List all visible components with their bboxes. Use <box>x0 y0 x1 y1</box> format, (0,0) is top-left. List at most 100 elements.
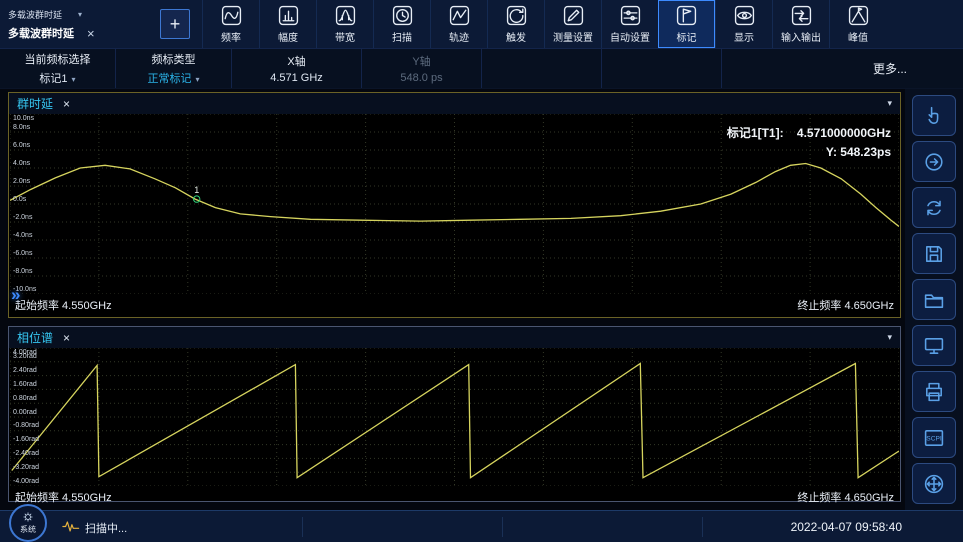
scpi-icon: SCPI <box>922 426 946 450</box>
toolbar-button-label: 幅度 <box>278 29 298 44</box>
toolbar-button-label: 显示 <box>734 29 754 44</box>
toolbar-button-label: 轨迹 <box>449 29 469 44</box>
toolbar-button-amplitude[interactable]: 幅度 <box>259 0 316 48</box>
settings-bar: 当前频标选择标记1▾频标类型正常标记▾X轴4.571 GHzY轴548.0 ps… <box>0 48 963 89</box>
chevron-down-icon: ▾ <box>195 75 199 84</box>
trigger-icon <box>506 5 527 26</box>
toolbar-button-label: 标记 <box>677 29 697 44</box>
setting-value: 548.0 ps <box>400 72 442 84</box>
measurement-mode-label: 多载波群时延 <box>8 8 62 21</box>
setting-marker-type[interactable]: 频标类型正常标记▾ <box>116 49 232 88</box>
marker-readout-y: Y: 548.23ps <box>727 143 891 162</box>
panel-title: 相位谱 <box>17 329 53 346</box>
toolbar-button-measure-setup[interactable]: 测量设置 <box>544 0 601 48</box>
setting-empty-2 <box>602 49 722 88</box>
phase-spectrum-trace <box>10 348 899 486</box>
marker-icon <box>676 5 697 26</box>
toolbar-button-bandwidth[interactable]: 带宽 <box>316 0 373 48</box>
screenshot-button[interactable] <box>912 325 956 366</box>
marker-readout-x: 标记1[T1]: 4.571000000GHz <box>727 124 891 143</box>
toolbar-button-frequency[interactable]: 频率 <box>202 0 259 48</box>
goto-button[interactable] <box>912 141 956 182</box>
frequency-footer: 起始频率 4.550GHz 终止频率 4.650GHz <box>9 294 900 313</box>
toolbar-button-label: 测量设置 <box>553 29 593 44</box>
open-folder-button[interactable] <box>912 279 956 320</box>
panel-phase-spectrum: 相位谱 × ▾ 4.00rad3.20rad2.40rad1.60rad0.80… <box>8 326 901 502</box>
chevron-down-icon[interactable]: ▾ <box>887 332 892 343</box>
toolbar-button-trace[interactable]: 轨迹 <box>430 0 487 48</box>
display-icon <box>734 5 755 26</box>
toolbar-button-label: 峰值 <box>848 29 868 44</box>
toolbar-button-auto-setup[interactable]: 自动设置 <box>601 0 658 48</box>
measure-setup-icon <box>563 5 584 26</box>
status-bar: 系统 扫描中... 2022-04-07 09:58:40 <box>0 510 963 542</box>
stop-frequency-label: 终止频率 4.650GHz <box>797 489 894 505</box>
touch-button[interactable] <box>912 95 956 136</box>
close-panel-icon[interactable]: × <box>63 97 70 111</box>
toolbar-button-label: 触发 <box>506 29 526 44</box>
right-sidebar: SCPI <box>905 89 963 510</box>
amplitude-icon <box>278 5 299 26</box>
setting-value: 4.571 GHz <box>270 72 323 84</box>
setting-label: 当前频标选择 <box>25 51 91 67</box>
add-measurement-button[interactable]: + <box>160 9 190 39</box>
panel-header: 相位谱 × ▾ <box>9 327 900 348</box>
navigate-button[interactable] <box>912 463 956 504</box>
toolbar-button-io[interactable]: 输入输出 <box>772 0 829 48</box>
toolbar-button-trigger[interactable]: 触发 <box>487 0 544 48</box>
start-frequency-label: 起始频率 4.550GHz <box>15 297 112 313</box>
toolbar-button-label: 带宽 <box>335 29 355 44</box>
peak-icon <box>848 5 869 26</box>
setting-label: 频标类型 <box>152 51 196 67</box>
io-icon <box>791 5 812 26</box>
top-toolbar: 多载波群时延 ▾ 多载波群时延 × + 频率幅度 带宽 扫描 轨迹 触发 测量设置 自动设置… <box>0 0 963 48</box>
phase-spectrum-plot[interactable]: 4.00rad3.20rad2.40rad1.60rad0.80rad0.00r… <box>10 348 899 486</box>
save-button[interactable] <box>912 233 956 274</box>
divider <box>502 517 503 537</box>
open-folder-icon <box>922 288 946 312</box>
close-panel-icon[interactable]: × <box>63 331 70 345</box>
toolbar-button-display[interactable]: 显示 <box>715 0 772 48</box>
stop-frequency-label: 终止频率 4.650GHz <box>797 297 894 313</box>
setting-x-axis[interactable]: X轴4.571 GHz <box>232 49 362 88</box>
divider <box>302 517 303 537</box>
navigate-icon <box>922 472 946 496</box>
print-button[interactable] <box>912 371 956 412</box>
touch-icon <box>922 104 946 128</box>
setting-y-axis[interactable]: Y轴 548.0 ps <box>362 49 482 88</box>
trace-icon <box>449 5 470 26</box>
system-button[interactable]: 系统 <box>9 504 47 542</box>
panel-group-delay: 群时延 × ▾ 1 10.0ns8.0ns6.0ns4.0ns2.0ns0.0s… <box>8 92 901 318</box>
system-label: 系统 <box>20 524 36 535</box>
gear-icon <box>22 511 34 523</box>
expand-handle-icon[interactable]: » <box>11 285 20 305</box>
setting-empty-1 <box>482 49 602 88</box>
toolbar-button-label: 扫描 <box>392 29 412 44</box>
svg-text:SCPI: SCPI <box>926 435 942 442</box>
toolbar-button-label: 输入输出 <box>781 29 821 44</box>
sweep-icon <box>392 5 413 26</box>
toolbar-button-sweep[interactable]: 扫描 <box>373 0 430 48</box>
setting-value: 正常标记▾ <box>147 70 199 86</box>
toolbar-button-peak[interactable]: 峰值 <box>829 0 886 48</box>
refresh-icon <box>922 196 946 220</box>
marker-number: 1 <box>194 185 199 195</box>
more-button[interactable]: 更多... <box>873 60 963 77</box>
toolbar-button-marker[interactable]: 标记 <box>658 0 715 48</box>
sweep-activity-icon <box>62 520 80 533</box>
save-icon <box>922 242 946 266</box>
auto-setup-icon <box>620 5 641 26</box>
refresh-button[interactable] <box>912 187 956 228</box>
measurement-title-block[interactable]: 多载波群时延 ▾ 多载波群时延 × <box>0 3 160 45</box>
toolbar-button-label: 自动设置 <box>610 29 650 44</box>
chevron-down-icon[interactable]: ▾ <box>887 98 892 109</box>
group-delay-plot[interactable]: 1 10.0ns8.0ns6.0ns4.0ns2.0ns0.0s-2.0ns-4… <box>10 114 899 294</box>
close-measurement-icon[interactable]: × <box>87 26 95 41</box>
setting-value: 标记1▾ <box>39 70 75 86</box>
chevron-down-icon: ▾ <box>72 75 76 84</box>
setting-current-marker-select[interactable]: 当前频标选择标记1▾ <box>0 49 116 88</box>
chevron-down-icon[interactable]: ▾ <box>78 10 82 19</box>
setting-label: Y轴 <box>412 53 430 69</box>
scpi-button[interactable]: SCPI <box>912 417 956 458</box>
bandwidth-icon <box>335 5 356 26</box>
